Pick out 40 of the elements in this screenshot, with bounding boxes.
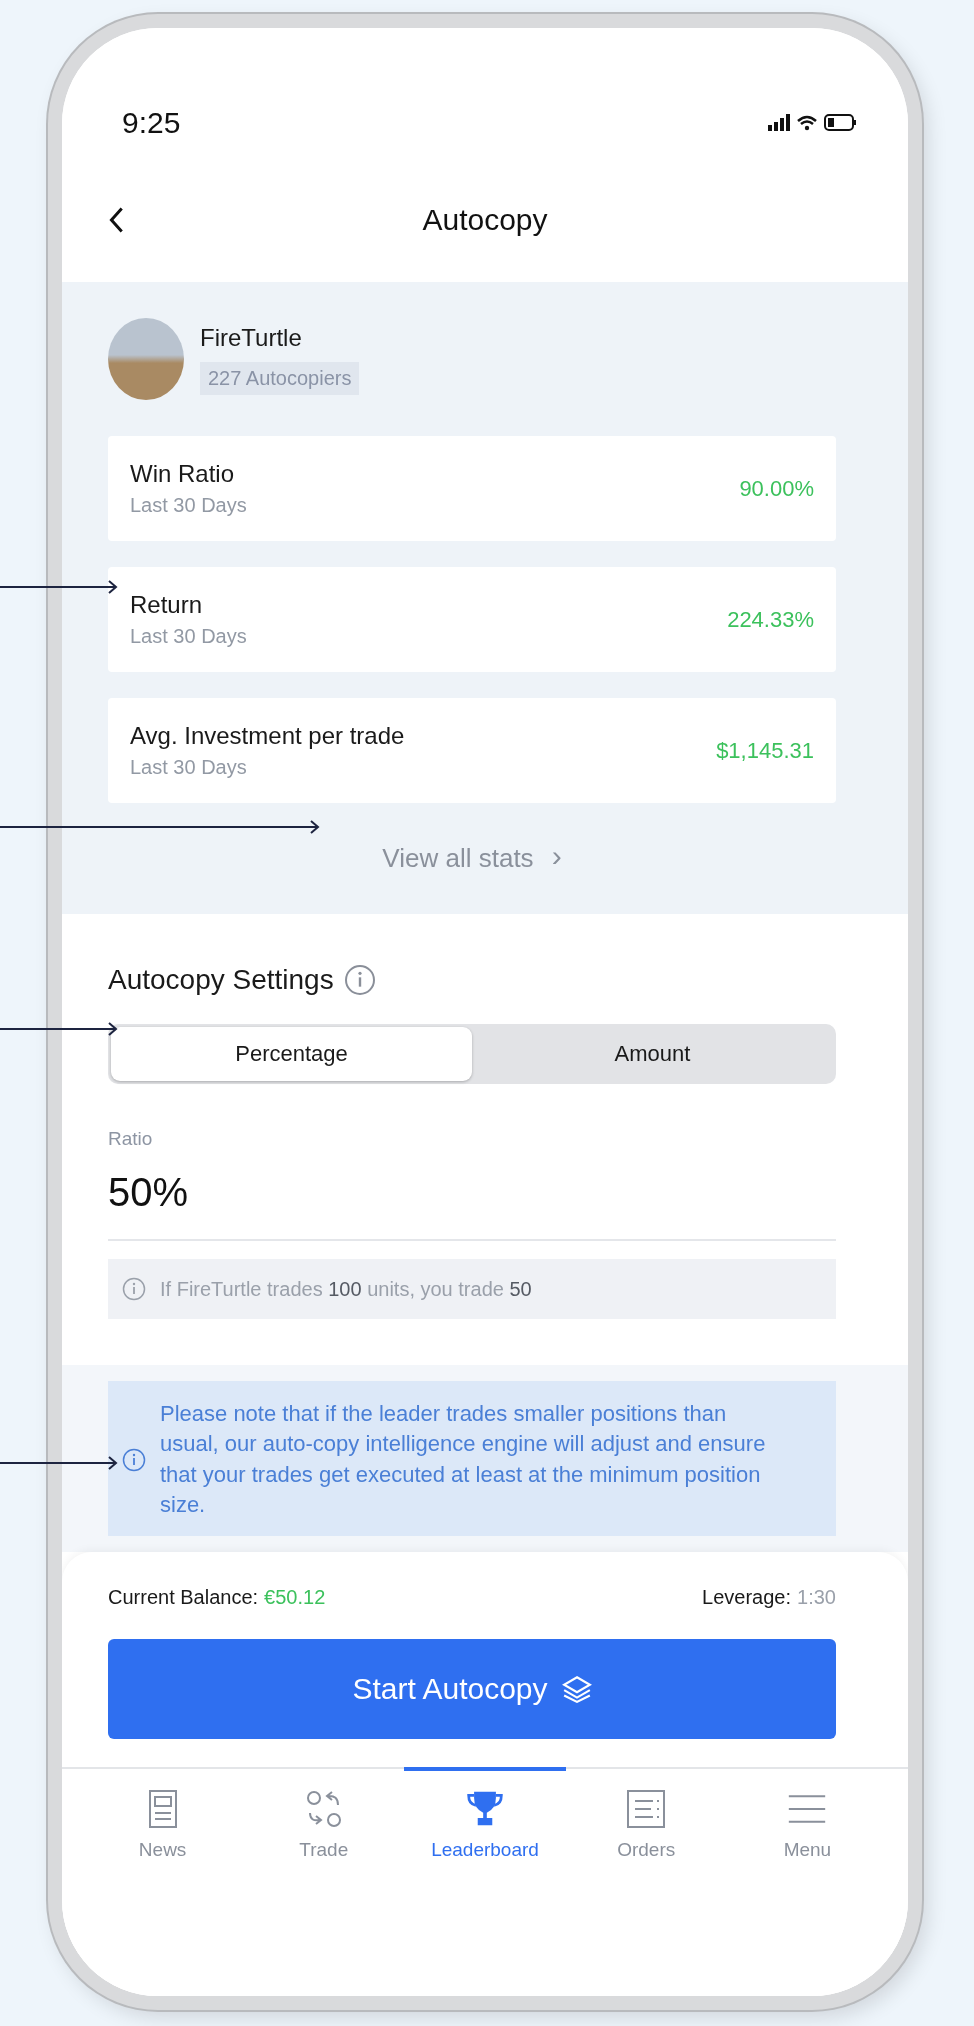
segment-tab[interactable]: Amount: [472, 1027, 833, 1081]
leverage-label: Leverage:: [702, 1586, 792, 1610]
nav-tab[interactable]: Orders: [565, 1767, 727, 1876]
stat-period: Last 30 Days: [130, 494, 247, 517]
layers-icon: [561, 1675, 592, 1704]
info-icon: [122, 1447, 146, 1472]
leader-name: FireTurtle: [200, 323, 303, 352]
balance-label: Current Balance:: [108, 1586, 259, 1610]
balance-value: €50.12: [264, 1586, 326, 1610]
info-icon[interactable]: [343, 964, 376, 996]
autocopiers-count: 227 Autocopiers: [200, 361, 360, 395]
stat-label: Return: [130, 591, 204, 619]
stat-label: Win Ratio: [130, 460, 236, 488]
hint-text: If FireTurtle trades 100 units, you trade 50: [160, 1277, 532, 1301]
stat-label: Avg. Investment per trade: [130, 722, 405, 750]
nav-tab[interactable]: Trade: [243, 1767, 405, 1876]
back-icon[interactable]: [108, 206, 124, 234]
view-all-stats-link[interactable]: View all stats ›: [382, 829, 562, 884]
screen-title: Autocopy: [422, 203, 548, 237]
nav-tab[interactable]: News: [82, 1767, 244, 1876]
stat-value: 224.33%: [727, 606, 814, 633]
section-title: Autocopy Settings: [108, 964, 334, 996]
stat-period: Last 30 Days: [130, 625, 247, 648]
nav-tab[interactable]: Menu: [726, 1767, 888, 1876]
signal-icon: [768, 114, 790, 131]
segment-tab[interactable]: Percentage: [111, 1027, 472, 1081]
list-icon: [626, 1789, 667, 1830]
battery-icon: [824, 114, 856, 131]
stat-value: $1,145.31: [716, 737, 814, 764]
start-autocopy-button[interactable]: Start Autocopy: [108, 1639, 836, 1740]
status-time: 9:25: [122, 106, 181, 140]
stat-period: Last 30 Days: [130, 756, 248, 779]
info-icon: [122, 1277, 146, 1301]
nav-tab[interactable]: Leaderboard: [404, 1767, 566, 1876]
notice-text: Please note that if the leader trades smaller positions than usual, our auto-copy intelligence engine will adjust and ensure that your trades get executed at least at the minimum position size.: [160, 1400, 767, 1520]
leverage-value: 1:30: [797, 1586, 836, 1610]
field-label: Ratio: [108, 1128, 154, 1150]
ratio-input-field[interactable]: 50%: [108, 1150, 836, 1241]
stat-value: 90.00%: [739, 475, 814, 502]
wifi-icon: [796, 115, 818, 131]
